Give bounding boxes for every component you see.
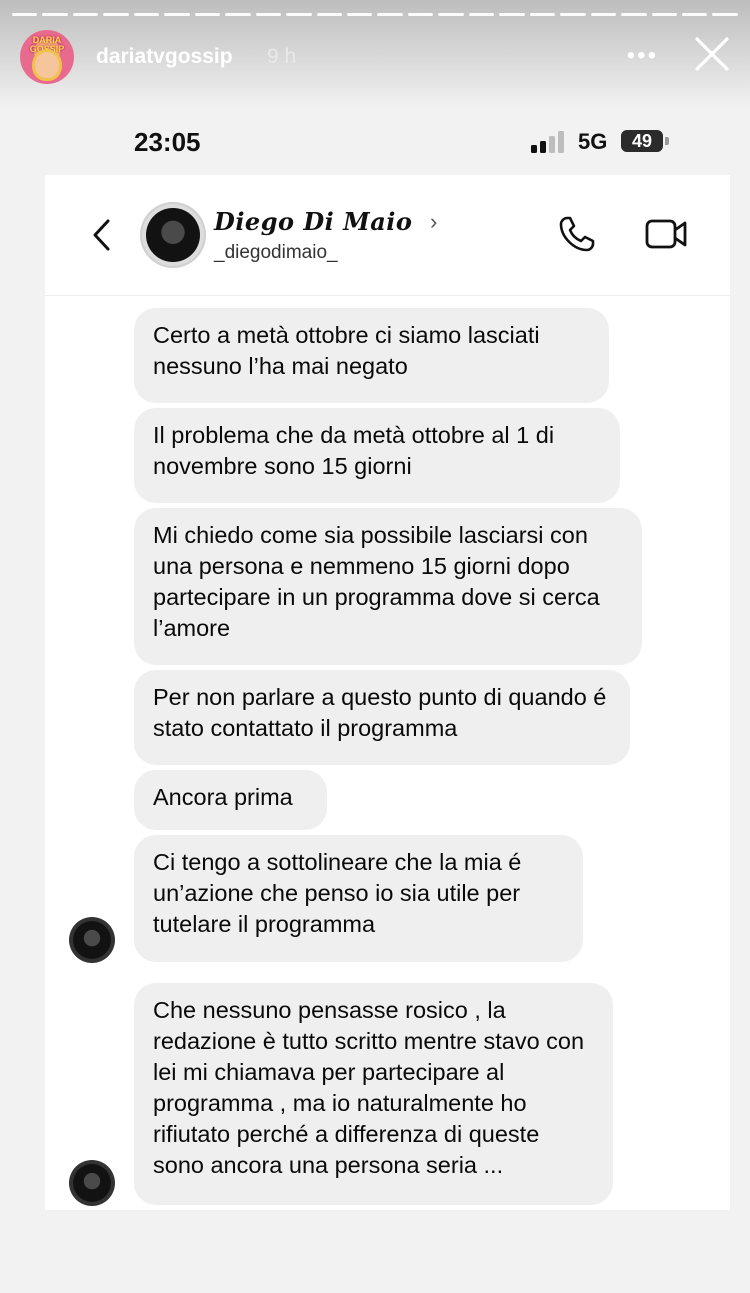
progress-segment <box>529 13 556 16</box>
message-bubble[interactable]: Ci tengo a sottolineare che la mia é un’… <box>134 835 583 962</box>
message-bubble[interactable]: Ancora prima <box>134 770 327 830</box>
progress-segment <box>681 13 708 16</box>
contact-handle: _diegodimaio_ <box>214 242 338 263</box>
progress-segment <box>316 13 342 16</box>
header-divider <box>45 295 730 296</box>
progress-segment <box>438 13 464 16</box>
back-chevron-icon[interactable] <box>90 218 112 252</box>
message-bubble[interactable]: Mi chiedo come sia possibile lasciarsi c… <box>134 508 642 665</box>
more-dots-icon[interactable]: ••• <box>627 42 658 70</box>
progress-segment <box>286 13 312 16</box>
avatar-face <box>35 52 59 78</box>
chevron-right-icon[interactable]: › <box>430 209 437 235</box>
battery-level: 49 <box>621 130 663 152</box>
story-username[interactable]: dariatvgossip <box>96 45 233 69</box>
story-avatar[interactable]: DARIA GOSSIP <box>20 30 74 84</box>
message-bubble[interactable]: Che nessuno pensasse rosico , la redazio… <box>134 983 613 1205</box>
progress-segment <box>468 13 495 16</box>
progress-segment <box>103 13 129 16</box>
video-camera-icon[interactable] <box>645 218 687 250</box>
progress-segment <box>499 13 525 16</box>
battery-icon: 49 <box>621 130 669 152</box>
progress-segment <box>346 13 373 16</box>
progress-segment <box>407 13 434 16</box>
story-progress-bar <box>12 13 738 17</box>
progress-segment <box>42 13 68 16</box>
sender-avatar[interactable] <box>69 1160 115 1206</box>
progress-segment <box>133 13 160 16</box>
message-bubble[interactable]: Il problema che da metà ottobre al 1 di … <box>134 408 620 503</box>
progress-segment <box>255 13 282 16</box>
progress-segment <box>164 13 190 16</box>
progress-segment <box>621 13 647 16</box>
network-label: 5G <box>578 129 608 154</box>
message-bubble[interactable]: Certo a metà ottobre ci siamo lasciati n… <box>134 308 609 403</box>
sender-avatar-photo <box>73 921 111 959</box>
phone-icon[interactable] <box>558 215 596 253</box>
progress-segment <box>225 13 251 16</box>
story-header: DARIA GOSSIP dariatvgossip 9 h ••• <box>20 30 730 86</box>
status-time: 23:05 <box>134 127 201 157</box>
progress-segment <box>651 13 677 16</box>
close-icon[interactable] <box>694 36 730 72</box>
progress-segment <box>560 13 586 16</box>
sender-avatar[interactable] <box>69 917 115 963</box>
progress-segment <box>590 13 617 16</box>
signal-icon <box>531 131 564 153</box>
contact-avatar-photo <box>146 208 200 262</box>
contact-avatar[interactable] <box>142 204 204 266</box>
progress-segment <box>72 13 99 16</box>
sender-avatar-photo <box>73 1164 111 1202</box>
contact-name[interactable]: Diego Di Maio <box>214 207 412 236</box>
battery-tip <box>665 137 669 145</box>
story-time: 9 h <box>267 45 297 68</box>
message-bubble[interactable]: Per non parlare a questo punto di quando… <box>134 670 630 765</box>
progress-segment <box>377 13 403 16</box>
progress-segment <box>712 13 738 16</box>
progress-segment <box>194 13 221 16</box>
progress-segment <box>12 13 38 16</box>
